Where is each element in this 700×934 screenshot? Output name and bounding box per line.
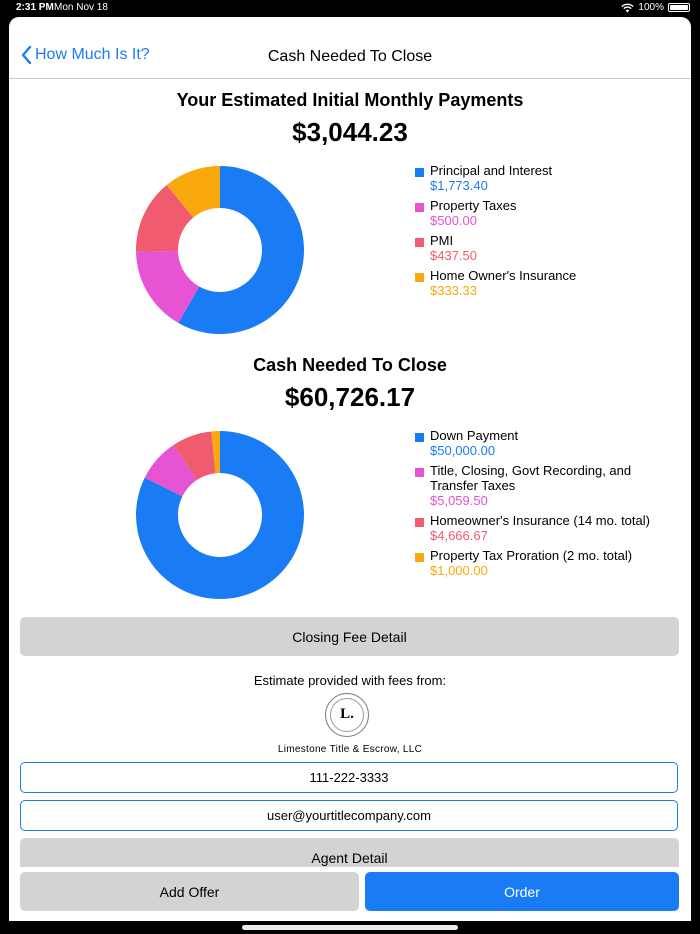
monthly-payments-total: $3,044.23 <box>292 117 408 147</box>
legend-item-pmi: PMI $437.50 <box>415 233 576 268</box>
legend-swatch <box>415 553 424 562</box>
monthly-payments-legend: Principal and Interest $1,773.40 Propert… <box>415 163 576 303</box>
bottom-toolbar: Add Offer Order <box>9 867 691 921</box>
provider-email-field[interactable]: user@yourtitlecompany.com <box>20 800 678 831</box>
provider-name: Limestone Title & Escrow, LLC <box>277 744 423 755</box>
legend-label: Property Tax Proration (2 mo. total) <box>430 548 633 563</box>
status-right: 100% <box>621 2 690 13</box>
legend-item-property-taxes: Property Taxes $500.00 <box>415 198 576 233</box>
legend-label: Title, Closing, Govt Recording, and Tran… <box>430 463 632 493</box>
cash-to-close-title: Cash Needed To Close <box>253 355 447 375</box>
home-indicator <box>242 925 458 930</box>
legend-value: $5,059.50 <box>430 493 488 508</box>
status-date: Mon Nov 18 <box>54 2 108 13</box>
order-button[interactable]: Order <box>365 872 679 911</box>
monthly-payments-donut-chart <box>136 166 304 334</box>
legend-swatch <box>415 203 424 212</box>
legend-value: $500.00 <box>430 213 477 228</box>
legend-item-home-owners-insurance: Home Owner's Insurance $333.33 <box>415 268 576 303</box>
legend-value: $437.50 <box>430 248 477 263</box>
legend-item-homeowners-insurance: Homeowner's Insurance (14 mo. total) $4,… <box>415 513 660 548</box>
legend-swatch <box>415 468 424 477</box>
provider-intro: Estimate provided with fees from: <box>253 673 447 688</box>
legend-item-down-payment: Down Payment $50,000.00 <box>415 428 660 463</box>
provider-phone-field[interactable]: 111-222-3333 <box>20 762 678 793</box>
legend-value: $1,773.40 <box>430 178 488 193</box>
provider-logo-letter: L. <box>340 706 354 722</box>
add-offer-button[interactable]: Add Offer <box>20 872 359 911</box>
cash-to-close-total: $60,726.17 <box>284 382 416 412</box>
nav-title: Cash Needed To Close <box>267 48 433 65</box>
legend-value: $50,000.00 <box>430 443 496 458</box>
legend-label: Principal and Interest <box>430 163 553 178</box>
legend-swatch <box>415 433 424 442</box>
wifi-icon <box>621 3 635 12</box>
legend-value: $333.33 <box>430 283 477 298</box>
status-bar: 2:31 PM Mon Nov 18 100% <box>0 0 700 16</box>
provider-logo: L. <box>325 693 369 737</box>
legend-label: Home Owner's Insurance <box>430 268 577 283</box>
legend-swatch <box>415 518 424 527</box>
legend-item-title-closing-fees: Title, Closing, Govt Recording, and Tran… <box>415 463 660 513</box>
closing-fee-detail-button[interactable]: Closing Fee Detail <box>20 617 679 656</box>
navigation-bar: How Much Is It? Cash Needed To Close <box>9 17 691 79</box>
legend-swatch <box>415 238 424 247</box>
cash-to-close-donut-chart <box>136 431 304 599</box>
monthly-payments-title: Your Estimated Initial Monthly Payments <box>176 90 524 110</box>
battery-percent: 100% <box>638 2 664 13</box>
legend-label: Property Taxes <box>430 198 517 213</box>
status-time: 2:31 PM <box>16 2 54 13</box>
legend-item-principal-interest: Principal and Interest $1,773.40 <box>415 163 576 198</box>
cash-to-close-legend: Down Payment $50,000.00 Title, Closing, … <box>415 428 660 583</box>
legend-swatch <box>415 273 424 282</box>
legend-label: PMI <box>430 233 454 248</box>
screen-sheet: How Much Is It? Cash Needed To Close You… <box>9 17 691 921</box>
legend-label: Homeowner's Insurance (14 mo. total) <box>430 513 650 528</box>
legend-item-property-tax-proration: Property Tax Proration (2 mo. total) $1,… <box>415 548 660 583</box>
legend-swatch <box>415 168 424 177</box>
legend-value: $1,000.00 <box>430 563 488 578</box>
battery-icon <box>668 3 690 12</box>
legend-value: $4,666.67 <box>430 528 488 543</box>
legend-label: Down Payment <box>430 428 519 443</box>
